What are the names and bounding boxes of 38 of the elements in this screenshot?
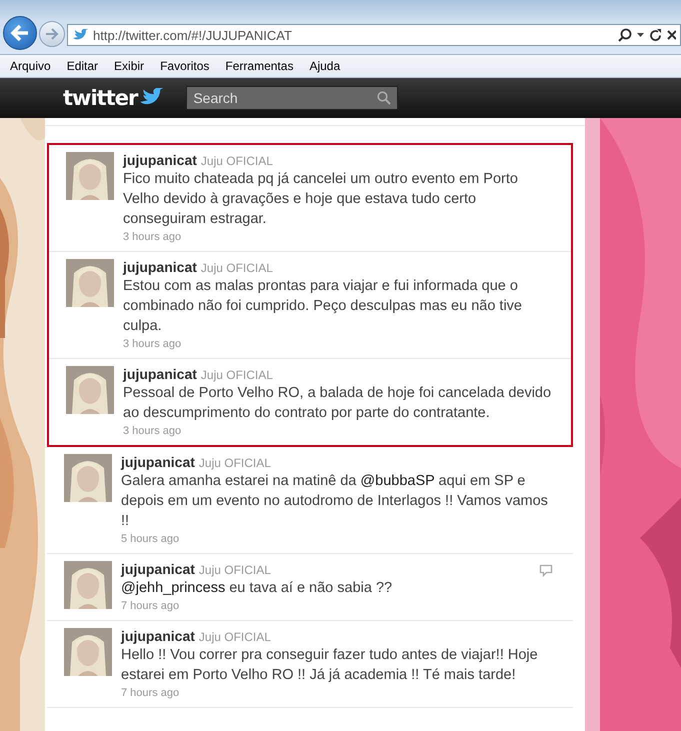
menu-item[interactable]: Ferramentas: [217, 57, 302, 75]
username-link[interactable]: jujupanicat: [123, 152, 197, 168]
menu-item[interactable]: Favoritos: [152, 57, 218, 75]
tweet-text: Fico muito chateada pq já cancelei um outro evento em Porto Velho devido à gravações e hoje que estava tudo certo conseguiram estragar.: [123, 170, 519, 229]
url-text: http://twitter.com/#!/JUJUPANICAT: [93, 28, 293, 42]
tweet-text: Hello !! Vou correr pra conseguir fazer tudo antes de viajar!! Hoje estarei em Porto Velho RO !! Já já academia !! Té mais tarde!: [121, 646, 539, 685]
close-icon[interactable]: [667, 30, 676, 40]
search-field[interactable]: Search: [186, 86, 398, 110]
tweet-text: Pessoal de Porto Velho RO, a balada de hoje foi cancelada devido ao descumprimento do contrato por parte do contratante.: [123, 384, 552, 423]
refresh-icon[interactable]: [649, 28, 662, 42]
display-name: Juju OFICIAL: [198, 630, 271, 644]
tweet-text: Estou com as malas prontas para viajar e fui informada que o combinado não foi cumprido. Peço desculpas mas eu não tive culpa.: [123, 277, 523, 336]
address-bar[interactable]: http://twitter.com/#!/JUJUPANICAT: [67, 24, 681, 46]
username-link[interactable]: jujupanicat: [121, 628, 195, 644]
menu-item[interactable]: Ajuda: [301, 57, 348, 75]
twitter-logo[interactable]: twitter: [63, 86, 164, 110]
menu-item[interactable]: Arquivo: [2, 57, 59, 75]
search-icon[interactable]: [618, 28, 632, 42]
back-button[interactable]: [3, 16, 37, 50]
display-name: Juju OFICIAL: [200, 154, 273, 168]
display-name: Juju OFICIAL: [200, 368, 273, 382]
arrow-right-icon: [45, 28, 59, 40]
display-name: Juju OFICIAL: [198, 456, 271, 470]
username-link[interactable]: jujupanicat: [123, 259, 197, 275]
username-link[interactable]: jujupanicat: [121, 454, 195, 470]
menu-item[interactable]: Editar: [58, 57, 106, 75]
tweet-text: @jehh_princess eu tava aí e não sabia ??: [121, 579, 392, 598]
tweet-text: Galera amanha estarei na matinê da @bubbaSP aqui em SP e depois em um evento no autodromo de Interlagos !! Vamos vamos !!: [121, 472, 549, 531]
mention-link[interactable]: @bubbaSP: [360, 473, 435, 489]
display-name: Juju OFICIAL: [200, 261, 273, 275]
username-link[interactable]: jujupanicat: [121, 561, 195, 577]
display-name: Juju OFICIAL: [198, 563, 271, 577]
caret-icon[interactable]: [637, 33, 644, 37]
arrow-left-icon: [10, 24, 30, 42]
username-link[interactable]: jujupanicat: [123, 366, 197, 382]
mention-link[interactable]: @jehh_princess: [121, 580, 226, 596]
menu-item[interactable]: Exibir: [106, 57, 152, 75]
bird-icon: [72, 28, 88, 42]
